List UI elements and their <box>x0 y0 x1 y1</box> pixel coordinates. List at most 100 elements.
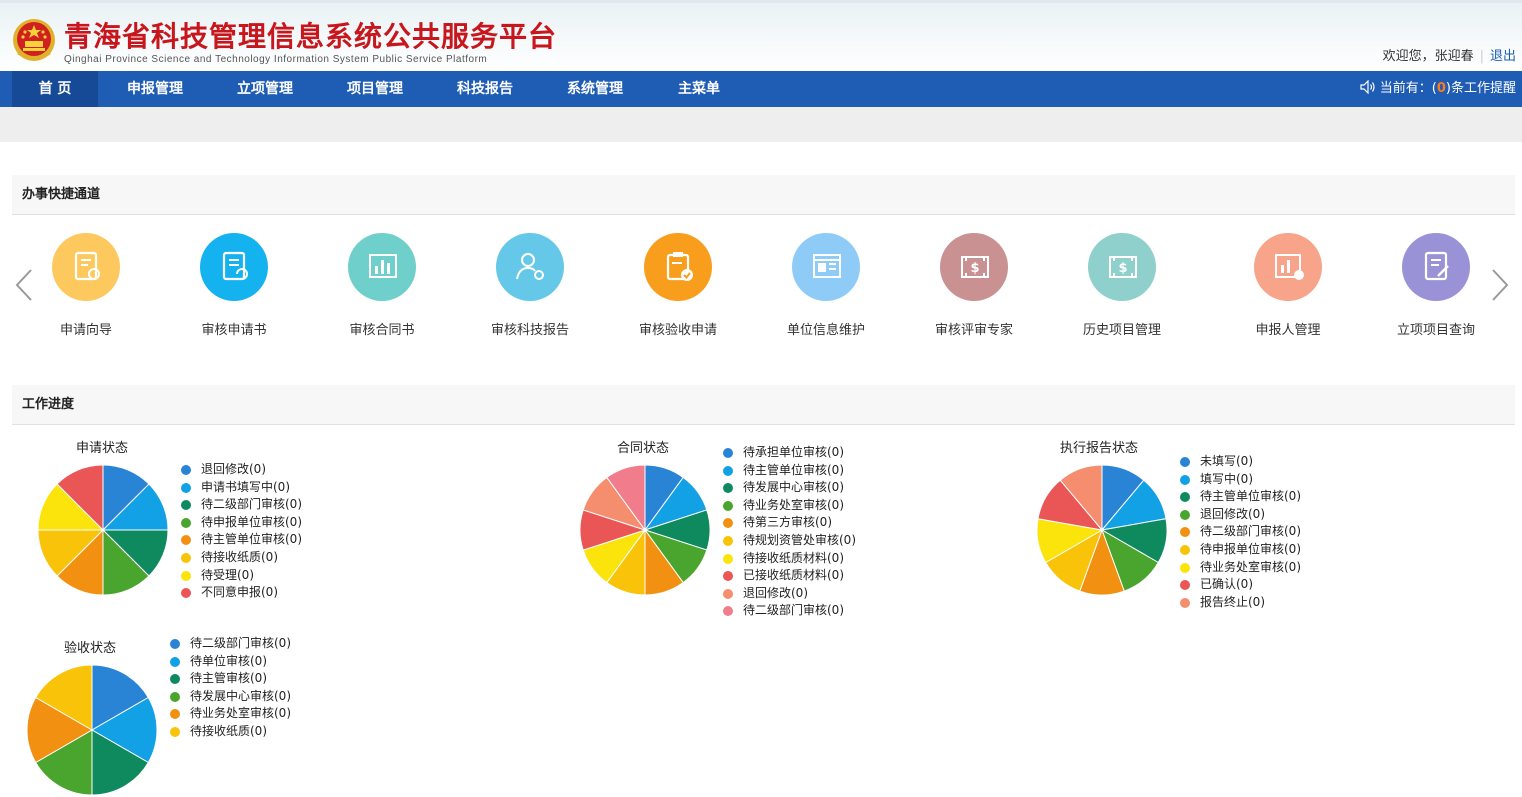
legend-item[interactable]: 待二级部门审核(0) <box>181 496 302 514</box>
legend-color-dot <box>170 691 180 702</box>
user-area: 欢迎您，张迎春 | 退出 <box>1383 45 1516 64</box>
legend-label: 待接收纸质材料(0) <box>743 550 844 565</box>
shortcut-label[interactable]: 立项项目查询 <box>1366 319 1506 338</box>
legend-item[interactable]: 待单位审核(0) <box>170 653 291 671</box>
legend-item[interactable]: 待承担单位审核(0) <box>723 444 856 462</box>
money-card-icon: $ <box>1109 256 1137 278</box>
legend-color-dot <box>1180 544 1190 555</box>
shortcut-icon-circle[interactable] <box>1254 233 1322 301</box>
legend-item[interactable]: 待主管单位审核(0) <box>181 531 302 549</box>
legend-item[interactable]: 退回修改(0) <box>1180 506 1301 524</box>
shortcut-icon-circle[interactable] <box>200 233 268 301</box>
legend-color-dot <box>723 483 733 494</box>
shortcut-item[interactable]: 审核合同书 <box>312 233 452 338</box>
shortcut-label[interactable]: 申报人管理 <box>1218 319 1358 338</box>
legend-label: 不同意申报(0) <box>201 585 278 600</box>
legend-item[interactable]: 待主管审核(0) <box>170 670 291 688</box>
shortcut-item[interactable]: 审核科技报告 <box>460 233 600 338</box>
legend-item[interactable]: 待二级部门审核(0) <box>723 602 856 620</box>
legend-color-dot <box>723 518 733 529</box>
shortcut-icon-circle[interactable] <box>644 233 712 301</box>
document-edit-icon <box>1424 251 1449 281</box>
shortcut-icon-circle[interactable]: $ <box>1088 233 1156 301</box>
shortcut-item[interactable]: 单位信息维护 <box>756 233 896 338</box>
shortcut-item[interactable]: 立项项目查询 <box>1366 233 1506 338</box>
legend-label: 待业务处室审核(0) <box>1200 559 1301 574</box>
shortcut-item[interactable]: 审核验收申请 <box>608 233 748 338</box>
legend-color-dot <box>1180 527 1190 538</box>
shortcut-label[interactable]: 历史项目管理 <box>1052 319 1192 338</box>
legend-item[interactable]: 待规划资管处审核(0) <box>723 532 856 550</box>
nav-project-management[interactable]: 项目管理 <box>332 71 418 107</box>
shortcut-item[interactable]: 申报人管理 <box>1218 233 1358 338</box>
legend-item[interactable]: 待接收纸质材料(0) <box>723 550 856 568</box>
chart-title: 验收状态 <box>64 641 117 656</box>
legend-color-dot <box>723 448 733 458</box>
legend-item[interactable]: 待二级部门审核(0) <box>1180 523 1301 541</box>
shortcut-icon-circle[interactable] <box>52 233 120 301</box>
legend-label: 退回修改(0) <box>201 462 266 476</box>
legend-item[interactable]: 填写中(0) <box>1180 471 1301 489</box>
logout-link[interactable]: 退出 <box>1490 49 1516 64</box>
legend-item[interactable]: 退回修改(0) <box>181 461 302 479</box>
breadcrumb-bar <box>0 107 1522 142</box>
nav-application-management[interactable]: 申报管理 <box>112 71 198 107</box>
chart-legend: 未填写(0) 填写中(0) 待主管单位审核(0) 退回修改(0) 待二级部门审核(0) 待… <box>1180 453 1301 611</box>
legend-color-dot <box>1180 474 1190 485</box>
shortcut-icon-circle[interactable] <box>792 233 860 301</box>
nav-main-menu[interactable]: 主菜单 <box>662 71 736 107</box>
legend-item[interactable]: 已确认(0) <box>1180 576 1301 594</box>
legend-item[interactable]: 待申报单位审核(0) <box>1180 541 1301 559</box>
legend-item[interactable]: 待业务处室审核(0) <box>170 705 291 723</box>
shortcut-label[interactable]: 审核申请书 <box>164 319 304 338</box>
shortcut-item[interactable]: 申请向导 <box>16 233 156 338</box>
legend-label: 待二级部门审核(0) <box>1200 524 1301 539</box>
platform-title: 青海省科技管理信息系统公共服务平台 <box>64 20 558 53</box>
legend-item[interactable]: 报告终止(0) <box>1180 594 1301 612</box>
legend-label: 填写中(0) <box>1200 471 1253 486</box>
shortcut-icon-circle[interactable] <box>496 233 564 301</box>
legend-item[interactable]: 不同意申报(0) <box>181 584 302 602</box>
shortcut-icon-circle[interactable]: $ <box>940 233 1008 301</box>
legend-item[interactable]: 待主管单位审核(0) <box>723 462 856 480</box>
legend-color-dot <box>1180 492 1190 503</box>
legend-item[interactable]: 待接收纸质(0) <box>181 549 302 567</box>
legend-item[interactable]: 待受理(0) <box>181 567 302 585</box>
nav-system-management[interactable]: 系统管理 <box>552 71 638 107</box>
work-reminder[interactable]: 当前有：(0)条工作提醒 <box>1360 71 1516 107</box>
national-emblem-icon <box>13 19 55 61</box>
shortcut-icon-circle[interactable] <box>348 233 416 301</box>
shortcut-label[interactable]: 审核验收申请 <box>608 319 748 338</box>
legend-label: 已确认(0) <box>1200 577 1253 592</box>
shortcut-item[interactable]: $ 审核评审专家 <box>904 233 1044 338</box>
legend-item[interactable]: 退回修改(0) <box>723 585 856 603</box>
legend-color-dot <box>181 500 191 511</box>
shortcut-label[interactable]: 审核评审专家 <box>904 319 1044 338</box>
nav-home[interactable]: 首 页 <box>12 71 98 107</box>
shortcut-label[interactable]: 审核科技报告 <box>460 319 600 338</box>
legend-label: 待规划资管处审核(0) <box>743 532 856 547</box>
legend-color-dot <box>181 570 191 581</box>
legend-item[interactable]: 待发展中心审核(0) <box>723 479 856 497</box>
legend-item[interactable]: 待接收纸质(0) <box>170 723 291 741</box>
legend-label: 待发展中心审核(0) <box>190 688 291 703</box>
legend-item[interactable]: 待主管单位审核(0) <box>1180 488 1301 506</box>
shortcut-icon-circle[interactable] <box>1402 233 1470 301</box>
shortcut-label[interactable]: 审核合同书 <box>312 319 452 338</box>
nav-project-approval[interactable]: 立项管理 <box>222 71 308 107</box>
legend-item[interactable]: 待第三方审核(0) <box>723 514 856 532</box>
legend-item[interactable]: 已接收纸质材料(0) <box>723 567 856 585</box>
shortcut-label[interactable]: 申请向导 <box>16 319 156 338</box>
legend-color-dot <box>723 571 733 582</box>
shortcut-item[interactable]: 审核申请书 <box>164 233 304 338</box>
shortcut-label[interactable]: 单位信息维护 <box>756 319 896 338</box>
shortcut-item[interactable]: $ 历史项目管理 <box>1052 233 1192 338</box>
legend-item[interactable]: 待发展中心审核(0) <box>170 688 291 706</box>
legend-item[interactable]: 申请书填写中(0) <box>181 479 302 497</box>
legend-item[interactable]: 待二级部门审核(0) <box>170 635 291 653</box>
legend-item[interactable]: 待申报单位审核(0) <box>181 514 302 532</box>
legend-item[interactable]: 待业务处室审核(0) <box>1180 559 1301 577</box>
nav-tech-report[interactable]: 科技报告 <box>442 71 528 107</box>
legend-item[interactable]: 待业务处室审核(0) <box>723 497 856 515</box>
legend-item[interactable]: 未填写(0) <box>1180 453 1301 471</box>
